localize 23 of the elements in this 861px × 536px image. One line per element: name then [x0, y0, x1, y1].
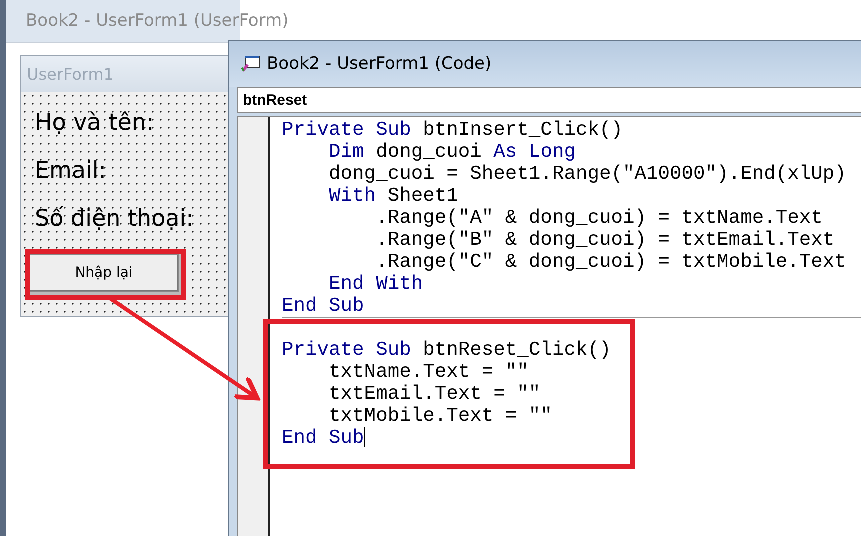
code-line: txtEmail.Text = ""	[328, 383, 541, 405]
code-line: .Range("B" & dong_cuoi) = txtEmail.Text	[375, 229, 835, 251]
object-dropdown[interactable]: btnReset	[237, 87, 861, 113]
code-line: With Sheet1	[328, 185, 458, 207]
code-line: End Sub	[282, 295, 364, 317]
code-line: .Range("A" & dong_cuoi) = txtName.Text	[375, 207, 823, 229]
window-title: Book2 - UserForm1 (UserForm)	[26, 11, 289, 31]
code-line: txtName.Text = ""	[328, 361, 529, 383]
form-title: UserForm1	[27, 64, 114, 84]
code-line: Private Sub btnInsert_Click()	[282, 119, 623, 141]
code-line: End With	[328, 273, 424, 295]
code-line: dong_cuoi = Sheet1.Range("A10000").End(xlUp)	[328, 163, 846, 185]
code-line: txtMobile.Text = ""	[328, 405, 552, 427]
form-button[interactable]: Nhập lại	[29, 254, 179, 292]
code-window-icon	[241, 55, 261, 73]
code-line: .Range("C" & dong_cuoi) = txtMobile.Text	[375, 251, 846, 273]
code-line: Dim dong_cuoi As Long	[328, 141, 576, 163]
form-label: Họ và tên:	[35, 109, 154, 138]
window-title: Book2 - UserForm1 (Code)	[267, 54, 492, 74]
form-label: Email:	[35, 157, 107, 186]
code-line: Private Sub btnReset_Click()	[282, 339, 612, 361]
code-line: End Sub	[282, 427, 366, 449]
form-label: Số điện thoại:	[35, 205, 194, 234]
